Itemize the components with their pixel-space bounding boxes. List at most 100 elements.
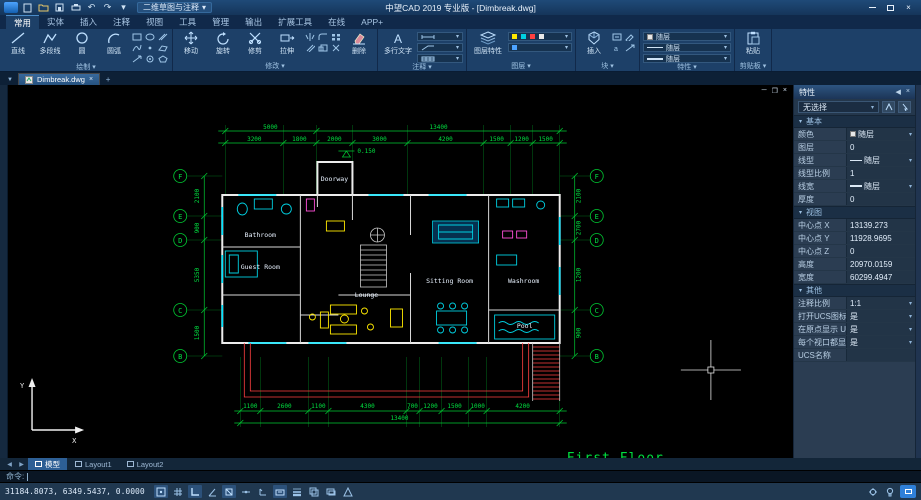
cycle-toggle[interactable]: [324, 485, 338, 498]
snap-toggle[interactable]: [154, 485, 168, 498]
point-icon[interactable]: [144, 43, 156, 53]
mirror-icon[interactable]: [304, 32, 316, 42]
new-tab-button[interactable]: +: [102, 74, 114, 85]
panel-pin-icon[interactable]: ◀: [896, 88, 901, 96]
minimize-button[interactable]: [864, 2, 881, 14]
trim-button[interactable]: 修剪: [240, 30, 270, 56]
layers-group-label[interactable]: 图层▾: [470, 61, 572, 71]
annotation-toggle[interactable]: [341, 485, 355, 498]
erase-button[interactable]: 删除: [344, 30, 374, 56]
select-objects-button[interactable]: [898, 101, 911, 113]
dim-linear-dropdown[interactable]: ▾: [417, 32, 463, 41]
document-tab[interactable]: Dimbreak.dwg ×: [18, 73, 100, 85]
tab-layout2[interactable]: Layout2: [120, 458, 171, 470]
properties-group-label[interactable]: 特性▾: [643, 62, 731, 72]
layer-select-dropdown[interactable]: ▾: [508, 43, 572, 52]
lineweight-toggle[interactable]: [290, 485, 304, 498]
annoscale-value[interactable]: 1:1▾: [846, 297, 915, 309]
qat-more-button[interactable]: ▾: [117, 2, 130, 13]
modify-group-label[interactable]: 修改▾: [176, 61, 374, 71]
linetype-dropdown[interactable]: 随层 ▾: [643, 43, 731, 52]
paste-button[interactable]: 粘贴: [738, 30, 768, 56]
doc-minimize-button[interactable]: ─: [762, 87, 767, 95]
tab-home[interactable]: 常用: [6, 15, 39, 29]
ellipse-icon[interactable]: [144, 32, 156, 42]
polyline-button[interactable]: 多段线: [35, 30, 65, 56]
dim-leader-dropdown[interactable]: ▾: [417, 43, 463, 52]
polar-toggle[interactable]: [205, 485, 219, 498]
tab-layout1[interactable]: Layout1: [68, 458, 119, 470]
layer-value[interactable]: 0: [846, 141, 915, 153]
close-button[interactable]: ×: [900, 2, 917, 14]
color-dropdown[interactable]: 随层 ▾: [643, 32, 731, 41]
center-z-value[interactable]: 0: [846, 245, 915, 257]
print-button[interactable]: [69, 2, 82, 13]
linetype-value[interactable]: 随层▾: [846, 154, 915, 166]
zwcad-logo[interactable]: [4, 2, 18, 13]
array-icon[interactable]: [330, 32, 342, 42]
spline-icon[interactable]: [131, 43, 143, 53]
quick-select-button[interactable]: [882, 101, 895, 113]
xref-icon[interactable]: [624, 43, 636, 53]
thickness-value[interactable]: 0: [846, 193, 915, 205]
tab-manage[interactable]: 管理: [204, 15, 237, 29]
lineweight-value[interactable]: 随层▾: [846, 180, 915, 192]
layer-state-dropdown[interactable]: ▾: [508, 32, 572, 41]
layer-properties-button[interactable]: 图层特性: [470, 30, 506, 56]
panel-autohide-strip[interactable]: [915, 85, 921, 458]
new-file-button[interactable]: [21, 2, 34, 13]
clipboard-group-label[interactable]: 剪贴板▾: [738, 61, 768, 71]
explode-icon[interactable]: [330, 43, 342, 53]
undo-button[interactable]: ↶: [85, 2, 98, 13]
layout-nav-last-button[interactable]: ▶: [16, 461, 27, 468]
rectangle-icon[interactable]: [131, 32, 143, 42]
color-value[interactable]: 随层▾: [846, 128, 915, 140]
arc-button[interactable]: 圆弧: [99, 30, 129, 56]
fillet-icon[interactable]: [317, 32, 329, 42]
dyn-input-toggle[interactable]: [273, 485, 287, 498]
width-value[interactable]: 60299.4947: [846, 271, 915, 283]
tab-solid[interactable]: 实体: [39, 15, 72, 29]
region-icon[interactable]: [157, 43, 169, 53]
height-value[interactable]: 20970.0159: [846, 258, 915, 270]
redo-button[interactable]: ↷: [101, 2, 114, 13]
doc-restore-button[interactable]: ❐: [772, 87, 778, 95]
tab-insert[interactable]: 插入: [72, 15, 105, 29]
tab-annotate[interactable]: 注释: [105, 15, 138, 29]
ucs-name-value[interactable]: [846, 349, 915, 361]
drawing-canvas[interactable]: ─ ❐ × 5000 13400 3200 1800: [8, 85, 793, 458]
ucs-origin-value[interactable]: 是▾: [846, 323, 915, 335]
stretch-button[interactable]: 拉伸: [272, 30, 302, 56]
hatch-icon[interactable]: [157, 32, 169, 42]
layout-nav-first-button[interactable]: ◀: [4, 461, 15, 468]
transparency-toggle[interactable]: [307, 485, 321, 498]
open-file-button[interactable]: [37, 2, 50, 13]
tab-app-plus[interactable]: APP+: [353, 15, 391, 29]
isolate-objects-button[interactable]: [883, 485, 897, 498]
line-button[interactable]: 直线: [3, 30, 33, 56]
ucs-viewport-value[interactable]: 是▾: [846, 336, 915, 348]
tab-output[interactable]: 输出: [237, 15, 270, 29]
save-button[interactable]: [53, 2, 66, 13]
mtext-button[interactable]: A 多行文字: [381, 30, 415, 56]
doc-close-button[interactable]: ×: [783, 87, 787, 95]
circle-button[interactable]: 圆: [67, 30, 97, 56]
tab-tools[interactable]: 工具: [171, 15, 204, 29]
floor-plan-drawing[interactable]: 5000 13400 3200 1800 2000 3000 4200 1500…: [8, 85, 793, 458]
attribute-icon[interactable]: a: [611, 43, 623, 53]
center-x-value[interactable]: 13139.273: [846, 219, 915, 231]
tab-view[interactable]: 视图: [138, 15, 171, 29]
osnap-toggle[interactable]: [222, 485, 236, 498]
tab-model[interactable]: 模型: [28, 458, 67, 470]
section-misc[interactable]: ▾其他: [794, 284, 915, 297]
dyn-ucs-toggle[interactable]: [256, 485, 270, 498]
offset-icon[interactable]: [304, 43, 316, 53]
selection-dropdown[interactable]: 无选择 ▾: [798, 101, 879, 113]
create-block-icon[interactable]: [611, 32, 623, 42]
draw-group-label[interactable]: 绘制▾: [3, 62, 169, 72]
rotate-button[interactable]: 旋转: [208, 30, 238, 56]
annotate-group-label[interactable]: 注释▾: [381, 62, 463, 72]
panel-close-icon[interactable]: ×: [906, 88, 910, 96]
workspace-selector[interactable]: 二维草图与注释 ▾: [137, 2, 212, 13]
close-tab-icon[interactable]: ×: [89, 76, 93, 83]
